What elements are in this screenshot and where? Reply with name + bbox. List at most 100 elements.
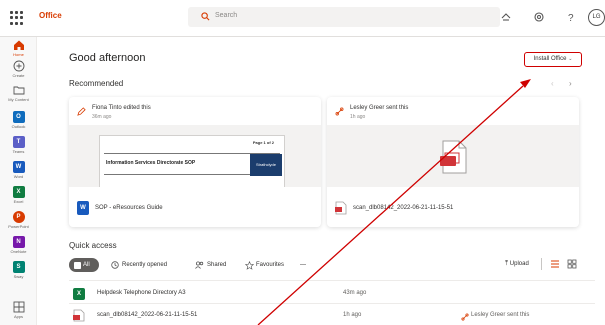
greeting: Good afternoon — [69, 52, 146, 64]
upload-button[interactable]: ⤒ Upload — [505, 260, 529, 268]
chevron-down-icon: ⌄ — [568, 56, 573, 62]
pdf-file-icon — [335, 201, 347, 215]
onenote-icon: N — [12, 236, 25, 248]
divider — [69, 280, 595, 281]
rail-label: Home — [13, 52, 24, 57]
rail-item-excel[interactable]: X Excel — [0, 184, 37, 210]
rail-item-apps[interactable]: Apps — [0, 299, 37, 325]
file-name: scan_dlb08142_2022-06-21-11-15-51 — [97, 312, 198, 318]
install-office-label: Install Office — [533, 56, 567, 62]
quick-access-title: Quick access — [69, 241, 117, 250]
rail-label: PowerPoint — [8, 224, 29, 229]
left-rail: Home Create My Content O Outlook T Teams… — [0, 37, 37, 325]
grid-view-icon[interactable] — [567, 259, 577, 269]
rail-label: Create — [12, 73, 25, 78]
file-row[interactable]: scan_dlb08142_2022-06-21-11-15-51 1h ago… — [65, 305, 605, 325]
outlook-icon: O — [12, 111, 25, 123]
feedback-icon[interactable] — [498, 9, 514, 25]
help-icon[interactable]: ? — [563, 9, 579, 25]
divider — [69, 303, 595, 304]
document-thumbnail — [327, 125, 579, 187]
top-bar: Office Search ? LG — [0, 0, 605, 37]
list-view-icon[interactable] — [550, 259, 560, 269]
sway-icon: S — [12, 261, 25, 273]
filter-label: Favourites — [256, 262, 285, 268]
app-name[interactable]: Office — [39, 11, 62, 20]
file-name: Helpdesk Telephone Directory A3 — [97, 290, 186, 296]
filter-shared[interactable]: Shared — [194, 258, 226, 272]
preview-page-number: Page 1 of 2 — [252, 140, 274, 145]
svg-text:?: ? — [568, 13, 574, 24]
rail-label: Sway — [13, 274, 24, 279]
share-link-icon — [461, 313, 469, 321]
document-page-preview: Page 1 of 2 Information Services Directo… — [99, 135, 285, 187]
rail-label: Teams — [12, 149, 25, 154]
upload-icon: ⤒ — [505, 260, 509, 267]
card-file-name: scan_dlb08142_2022-06-21-11-15-51 — [353, 205, 454, 211]
all-filter-icon — [74, 261, 81, 269]
filter-all[interactable]: All — [69, 258, 99, 272]
rail-item-my-content[interactable]: My Content — [0, 82, 37, 108]
search-icon — [201, 12, 210, 21]
university-logo: Strathclyde — [250, 154, 282, 176]
rail-label: My Content — [8, 97, 29, 102]
rail-label: OneNote — [10, 249, 27, 254]
recommended-title: Recommended — [69, 79, 124, 88]
filter-favourites[interactable]: Favourites — [244, 258, 284, 272]
card-time: 36m ago — [92, 114, 112, 120]
excel-file-icon: X — [73, 288, 85, 300]
avatar[interactable]: LG — [588, 9, 605, 26]
powerpoint-icon: P — [12, 211, 25, 223]
card-actor: Fiona Tinto edited this — [92, 105, 151, 111]
recommended-card[interactable]: Fiona Tinto edited this 36m ago Page 1 o… — [69, 97, 321, 227]
pdf-file-icon — [440, 140, 467, 174]
rail-label: Outlook — [11, 124, 26, 129]
install-office-button[interactable]: Install Office ⌄ — [524, 52, 582, 67]
rail-item-sway[interactable]: S Sway — [0, 259, 37, 285]
search-box[interactable]: Search — [188, 7, 500, 27]
excel-icon: X — [12, 186, 25, 198]
rail-item-create[interactable]: Create — [0, 58, 37, 84]
rail-item-teams[interactable]: T Teams — [0, 134, 37, 160]
rail-label: Word — [13, 174, 24, 179]
create-icon — [13, 60, 24, 72]
rail-item-onenote[interactable]: N OneNote — [0, 234, 37, 260]
rail-item-outlook[interactable]: O Outlook — [0, 109, 37, 135]
teams-icon: T — [12, 136, 25, 148]
filter-recently-opened[interactable]: Recently opened — [109, 258, 167, 272]
home-icon — [13, 40, 24, 50]
carousel-prev-button[interactable]: ‹ — [551, 79, 554, 88]
recommended-card[interactable]: Lesley Greer sent this 1h ago scan_dlb08… — [327, 97, 579, 227]
file-date: 43m ago — [343, 290, 367, 296]
search-placeholder: Search — [215, 12, 238, 19]
rail-item-powerpoint[interactable]: P PowerPoint — [0, 209, 37, 235]
rail-label: Excel — [13, 199, 24, 204]
document-thumbnail: Page 1 of 2 Information Services Directo… — [69, 125, 321, 187]
folder-icon — [13, 86, 24, 95]
preview-title: Information Services Directorate SOP — [106, 160, 196, 166]
rail-label: Apps — [13, 314, 24, 319]
apps-icon — [13, 301, 24, 313]
filter-more-button[interactable]: — — [300, 258, 306, 272]
filter-label: All — [83, 262, 90, 268]
word-icon: W — [12, 161, 25, 173]
people-icon — [195, 261, 204, 269]
upload-label: Upload — [509, 261, 529, 267]
carousel-next-button[interactable]: › — [569, 79, 572, 88]
word-file-icon: W — [77, 201, 89, 215]
app-launcher-icon[interactable] — [10, 11, 24, 25]
file-date: 1h ago — [343, 312, 362, 318]
toolbar-divider — [541, 258, 542, 270]
edit-pencil-icon — [77, 107, 86, 116]
filter-label: Shared — [207, 262, 227, 268]
card-time: 1h ago — [350, 114, 366, 120]
file-activity: Lesley Greer sent this — [471, 312, 530, 318]
share-link-icon — [335, 107, 344, 116]
card-actor: Lesley Greer sent this — [350, 105, 409, 111]
card-file-name: SOP - eResources Guide — [95, 205, 163, 211]
settings-gear-icon[interactable] — [531, 9, 547, 25]
star-icon — [245, 260, 254, 270]
rail-item-word[interactable]: W Word — [0, 159, 37, 185]
filter-label: Recently opened — [122, 262, 168, 268]
clock-icon — [111, 261, 119, 269]
